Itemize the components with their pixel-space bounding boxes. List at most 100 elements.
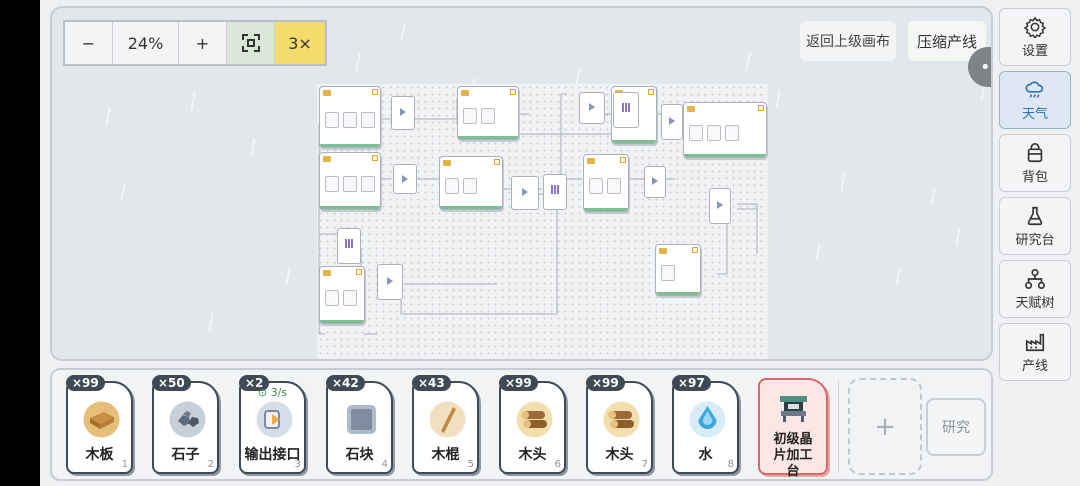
item-count-badge: ×97	[672, 375, 711, 391]
crafting-node[interactable]	[439, 156, 503, 210]
sidebar-item-weather[interactable]: 天气	[999, 71, 1071, 129]
sidebar-item-label: 产线	[1021, 358, 1048, 374]
inventory-card[interactable]: ×99 木头 7	[586, 375, 653, 474]
item-count-badge: ×99	[66, 375, 105, 391]
arrow-icon	[402, 174, 408, 183]
arrow-icon	[387, 276, 393, 285]
node-slot	[463, 178, 477, 194]
sidebar-item-bag[interactable]: 背包	[999, 134, 1071, 192]
slot-index: 8	[727, 459, 734, 470]
stick-icon	[429, 401, 466, 438]
rain-streak	[775, 89, 781, 109]
rain-streak	[930, 187, 936, 207]
node-slot	[343, 290, 357, 306]
item-name: 初级晶片加工台	[773, 432, 813, 479]
zoom-in-button[interactable]: +	[179, 22, 227, 64]
water-node[interactable]	[655, 244, 701, 296]
item-count-badge: ×43	[412, 375, 451, 391]
arrow-icon	[717, 200, 723, 209]
log-icon	[603, 401, 640, 438]
fit-screen-icon	[241, 34, 260, 52]
node-slot	[725, 125, 739, 141]
slot-index: 1	[121, 459, 128, 470]
inventory-card[interactable]: ×99 木头 6	[499, 375, 566, 474]
water-drop-icon	[689, 401, 726, 438]
rain-streak	[250, 137, 256, 157]
output-port-node[interactable]	[391, 96, 415, 130]
research-button[interactable]: 研究	[926, 398, 986, 456]
output-port-node[interactable]	[511, 176, 539, 210]
inventory-card[interactable]: ×97 水 8	[672, 375, 739, 474]
output-port-node[interactable]	[661, 104, 683, 140]
production-canvas[interactable]: − 24% + 3× 返回上级画布 压缩产线 •	[50, 6, 993, 361]
crafting-node[interactable]	[583, 154, 629, 212]
inventory-card[interactable]: ×43 木棍 5	[412, 375, 479, 474]
node-type-icon	[659, 248, 667, 254]
sidebar-item-label: 背包	[1021, 169, 1048, 185]
splitter-node[interactable]	[613, 92, 639, 128]
node-badge-icon	[620, 157, 626, 163]
splitter-node[interactable]	[337, 228, 361, 264]
node-slot	[343, 112, 357, 128]
more-icon[interactable]: •••	[980, 57, 991, 78]
node-slot	[361, 176, 375, 192]
inventory-card-crystal-workbench[interactable]: 初级晶片加工台	[758, 378, 828, 479]
inventory-card[interactable]: ×99 木板 1	[66, 375, 133, 474]
rain-streak	[840, 172, 846, 192]
add-slot-button[interactable]: +	[848, 378, 922, 475]
crafting-node[interactable]	[319, 86, 381, 148]
speed-button[interactable]: 3×	[275, 22, 325, 64]
production-graph[interactable]	[317, 84, 768, 359]
rate-value: 3/s	[270, 386, 288, 399]
inventory-card[interactable]: ×42 石块 4	[326, 375, 393, 474]
zoom-out-button[interactable]: −	[65, 22, 113, 64]
rain-streak	[105, 107, 111, 127]
divider	[838, 380, 839, 473]
node-badge-icon	[494, 159, 500, 165]
node-type-icon	[323, 156, 331, 162]
back-to-parent-canvas-button[interactable]: 返回上级画布	[800, 21, 896, 61]
sidebar-item-label: 天气	[1021, 106, 1048, 122]
inventory-card[interactable]: ×50 石子 2	[152, 375, 219, 474]
output-port-node[interactable]	[377, 264, 403, 300]
output-port-node[interactable]	[393, 164, 417, 194]
node-badge-icon	[758, 105, 764, 111]
sidebar-item-label: 研究台	[1015, 232, 1055, 248]
node-slot	[343, 176, 357, 192]
inventory-card[interactable]: ×2 ⊙ 3/s 输出接口 3	[239, 375, 306, 474]
node-status-strip	[320, 144, 380, 147]
slot-index: 2	[207, 459, 214, 470]
gear-icon	[1024, 16, 1046, 38]
rain-streak	[895, 267, 901, 287]
sidebar-item-research[interactable]: 研究台	[999, 197, 1071, 255]
output-port-node[interactable]	[579, 92, 605, 124]
node-type-icon	[443, 160, 451, 166]
node-slot	[589, 178, 603, 194]
sidebar-item-talent[interactable]: 天赋树	[999, 260, 1071, 318]
node-badge-icon	[648, 89, 654, 95]
slot-index: 4	[381, 459, 388, 470]
output-port-node[interactable]	[709, 188, 731, 224]
crafting-node[interactable]	[457, 86, 519, 140]
crafting-node[interactable]	[683, 102, 767, 158]
app-root: − 24% + 3× 返回上级画布 压缩产线 • 设置 天气 背包 研究台 天赋…	[40, 0, 1080, 486]
rain-streak	[285, 267, 291, 287]
node-status-strip	[656, 292, 700, 295]
node-badge-icon	[510, 89, 516, 95]
flask-icon	[1027, 206, 1043, 225]
right-sidebar: 设置 天气 背包 研究台 天赋树 产线	[999, 8, 1071, 386]
splitter-node[interactable]	[543, 174, 567, 210]
sidebar-item-label: 设置	[1021, 43, 1048, 59]
output-port-node[interactable]	[644, 166, 666, 198]
rate-label: ⊙ 3/s	[257, 386, 288, 399]
sidebar-item-line[interactable]: 产线	[999, 323, 1071, 381]
crafting-node[interactable]	[319, 266, 365, 324]
rain-streak	[955, 227, 961, 247]
fit-view-button[interactable]	[227, 22, 275, 64]
sidebar-item-settings[interactable]: 设置	[999, 8, 1071, 66]
crafting-node[interactable]	[319, 152, 381, 210]
node-badge-icon	[372, 89, 378, 95]
item-count-badge: ×99	[499, 375, 538, 391]
crystal-workbench-icon	[775, 390, 812, 427]
bars-icon	[622, 103, 630, 113]
